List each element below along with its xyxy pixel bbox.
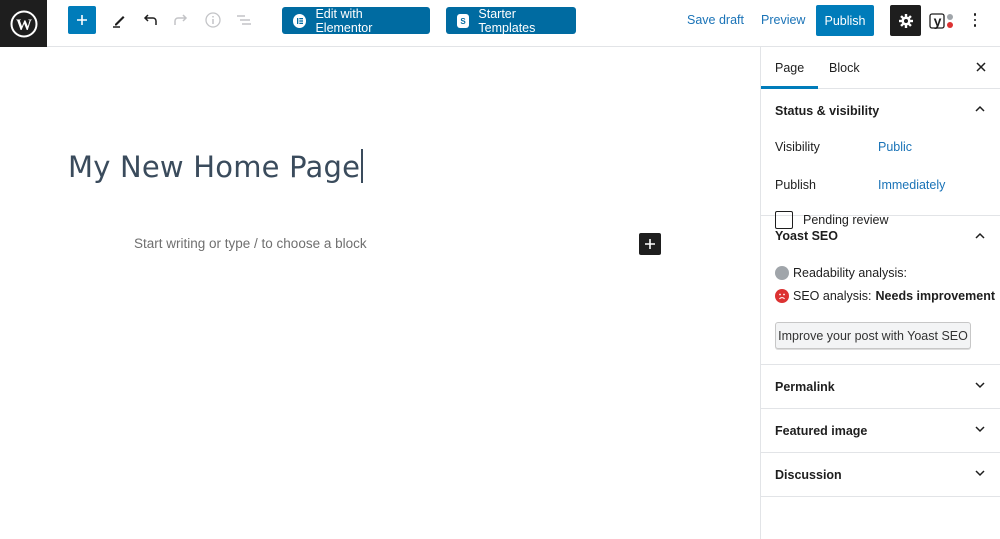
block-placeholder[interactable]: Start writing or type / to choose a bloc… xyxy=(134,236,367,251)
plus-icon xyxy=(645,239,655,249)
close-icon xyxy=(976,62,986,72)
publish-label: Publish xyxy=(775,178,816,192)
readability-status-icon xyxy=(775,265,789,280)
more-options-button[interactable] xyxy=(969,10,981,30)
visibility-row: Visibility Public xyxy=(761,130,1000,168)
chevron-up-icon xyxy=(975,232,985,239)
chevron-down-icon xyxy=(975,470,985,477)
edit-with-elementor-button[interactable]: Edit with Elementor xyxy=(282,6,430,35)
starter-templates-label: Starter Templates xyxy=(478,6,536,35)
seo-value: Needs improvement xyxy=(875,288,995,303)
undo-icon xyxy=(143,14,157,25)
chevron-up-icon xyxy=(975,105,985,112)
publish-row: Publish Immediately xyxy=(761,168,1000,206)
yoast-icon: y xyxy=(929,13,953,29)
save-draft-button[interactable]: Save draft xyxy=(687,13,744,27)
undo-button[interactable] xyxy=(138,8,162,32)
readability-analysis: Readability analysis: xyxy=(761,261,1000,284)
svg-text:W: W xyxy=(16,17,32,34)
post-title[interactable]: My New Home Page xyxy=(68,149,363,184)
kebab-menu-icon xyxy=(973,13,977,16)
seo-analysis: SEO analysis: Needs improvement xyxy=(761,284,1000,307)
starter-templates-icon: S xyxy=(457,13,470,28)
panel-title: Yoast SEO xyxy=(775,229,838,243)
publish-button[interactable]: Publish xyxy=(816,5,874,36)
wordpress-logo-button[interactable]: W xyxy=(0,0,47,47)
panel-title: Discussion xyxy=(775,467,842,482)
info-icon xyxy=(205,12,221,28)
chevron-down-icon xyxy=(975,382,985,389)
permalink-panel: Permalink xyxy=(761,365,1000,409)
list-view-button[interactable] xyxy=(232,8,256,32)
featured-image-panel: Featured image xyxy=(761,409,1000,453)
editor-canvas: My New Home Page Start writing or type /… xyxy=(0,47,760,539)
featured-image-toggle[interactable]: Featured image xyxy=(761,409,1000,452)
close-sidebar-button[interactable] xyxy=(974,60,988,74)
wordpress-logo-icon: W xyxy=(10,10,37,37)
editor-header: W Edit with Elementor S Starter Template… xyxy=(0,0,1000,47)
status-visibility-toggle[interactable]: Status & visibility xyxy=(761,89,1000,132)
visibility-label: Visibility xyxy=(775,140,820,154)
status-visibility-panel: Status & visibility Visibility Public Pu… xyxy=(761,89,1000,229)
improve-with-yoast-button[interactable]: Improve your post with Yoast SEO xyxy=(775,322,971,349)
redo-icon xyxy=(174,14,188,25)
tab-block[interactable]: Block xyxy=(815,47,874,89)
tab-page[interactable]: Page xyxy=(761,47,819,89)
readability-label: Readability analysis: xyxy=(793,265,907,280)
yoast-seo-toggle[interactable]: Yoast SEO xyxy=(761,216,1000,256)
add-block-button[interactable] xyxy=(639,233,661,255)
discussion-toggle[interactable]: Discussion xyxy=(761,453,1000,496)
elementor-icon xyxy=(293,13,307,28)
panel-title: Permalink xyxy=(775,379,835,394)
starter-templates-button[interactable]: S Starter Templates xyxy=(446,6,576,35)
settings-button[interactable] xyxy=(890,5,921,36)
block-inserter-button[interactable] xyxy=(68,6,96,34)
gear-icon xyxy=(898,13,913,28)
list-view-icon xyxy=(237,15,251,25)
panel-title: Status & visibility xyxy=(775,103,880,118)
preview-button[interactable]: Preview xyxy=(761,13,805,27)
edit-with-elementor-label: Edit with Elementor xyxy=(315,6,373,35)
tools-button[interactable] xyxy=(107,8,131,32)
plus-icon xyxy=(77,15,87,25)
panel-title: Featured image xyxy=(775,423,868,438)
publish-date-link[interactable]: Immediately xyxy=(878,178,945,192)
permalink-toggle[interactable]: Permalink xyxy=(761,365,1000,408)
svg-text:S: S xyxy=(461,17,467,25)
pencil-icon xyxy=(113,16,125,28)
sad-face-icon xyxy=(775,288,789,303)
seo-label: SEO analysis: xyxy=(793,288,872,303)
sidebar-tabs: Page Block xyxy=(761,47,1000,89)
yoast-seo-panel: Yoast SEO Readability analysis: SEO anal… xyxy=(761,216,1000,365)
chevron-down-icon xyxy=(975,426,985,433)
details-button[interactable] xyxy=(201,8,225,32)
redo-button[interactable] xyxy=(169,8,193,32)
settings-sidebar: Page Block Status & visibility Visibilit… xyxy=(760,47,1000,539)
text-caret xyxy=(361,149,363,183)
yoast-button[interactable]: y xyxy=(929,11,955,31)
svg-text:y: y xyxy=(934,13,942,29)
discussion-panel: Discussion xyxy=(761,453,1000,497)
visibility-value-link[interactable]: Public xyxy=(878,140,912,154)
